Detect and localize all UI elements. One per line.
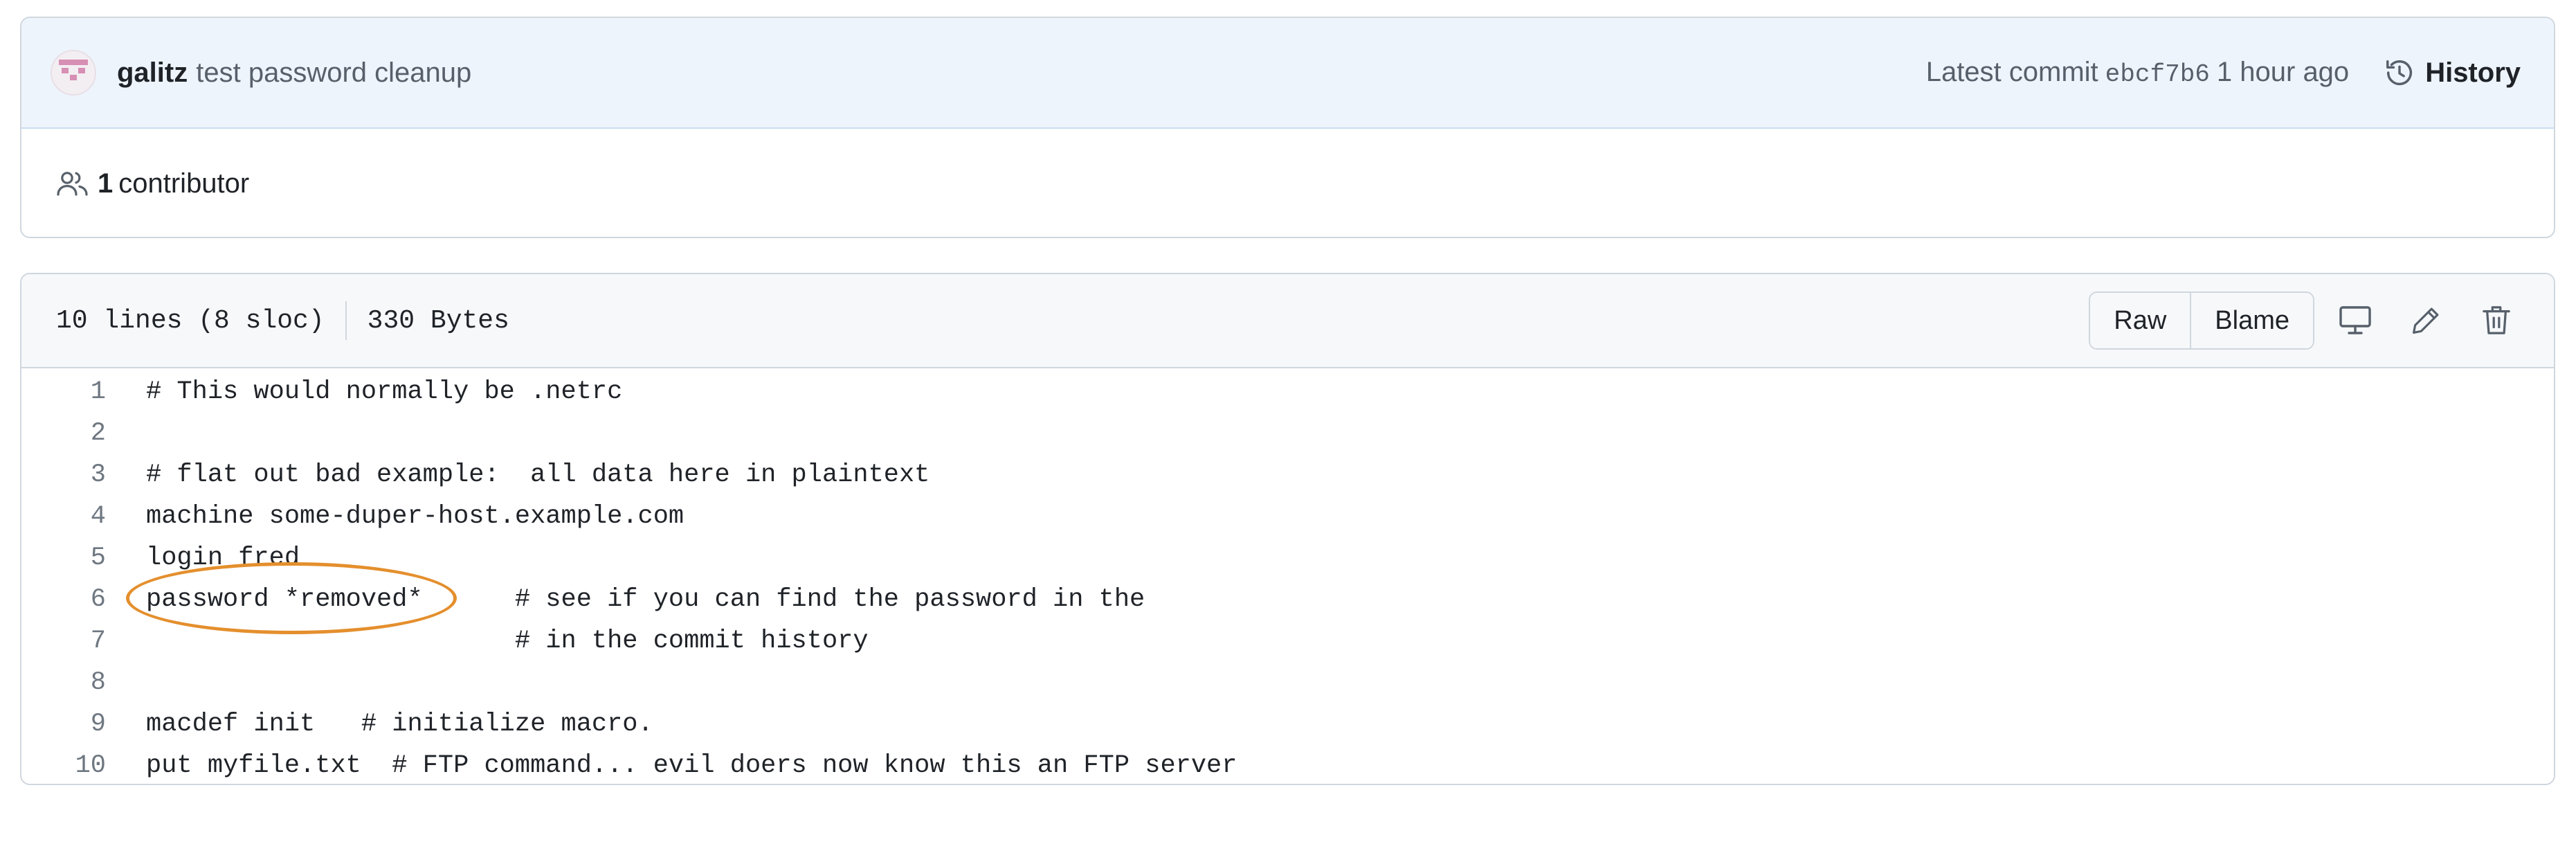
line-text: password *removed* # see if you can find…	[146, 585, 1145, 614]
history-label: History	[2425, 57, 2521, 88]
line-number[interactable]: 6	[21, 585, 146, 614]
commit-box: galitz test password cleanup Latest comm…	[20, 17, 2555, 238]
file-actions-group: Raw Blame	[2089, 291, 2314, 350]
commit-sha[interactable]: ebcf7b6	[2105, 60, 2210, 89]
file-size: 330 Bytes	[367, 305, 509, 336]
code-line: 10 put myfile.txt # FTP command... evil …	[21, 745, 2554, 784]
contributors-row[interactable]: 1 contributor	[21, 129, 2554, 237]
contributor-label: contributor	[118, 168, 250, 199]
file-lines-info: 10 lines (8 sloc)	[56, 305, 325, 336]
author-avatar[interactable]	[51, 50, 96, 96]
history-clock-icon	[2386, 60, 2413, 86]
file-header: 10 lines (8 sloc) 330 Bytes Raw Blame	[21, 274, 2554, 368]
code-line: 1 # This would normally be .netrc	[21, 371, 2554, 413]
file-info: 10 lines (8 sloc) 330 Bytes	[56, 301, 509, 340]
line-text: macdef init # initialize macro.	[146, 710, 653, 739]
line-number[interactable]: 9	[21, 710, 146, 739]
commit-author[interactable]: galitz	[117, 57, 188, 89]
people-icon	[57, 172, 88, 196]
desktop-icon	[2339, 306, 2371, 334]
line-text: machine some-duper-host.example.com	[146, 502, 684, 531]
code-line: 6 password *removed* # see if you can fi…	[21, 579, 2554, 620]
edit-file-button[interactable]	[2396, 291, 2456, 350]
line-number[interactable]: 4	[21, 502, 146, 531]
line-text: put myfile.txt # FTP command... evil doe…	[146, 751, 1237, 780]
line-number[interactable]: 7	[21, 627, 146, 656]
line-text: # in the commit history	[146, 627, 869, 656]
file-info-divider	[345, 301, 347, 340]
commit-time: 1 hour ago	[2216, 57, 2350, 87]
code-line: 3 # flat out bad example: all data here …	[21, 454, 2554, 496]
line-number[interactable]: 3	[21, 460, 146, 490]
code-line: 4 machine some-duper-host.example.com	[21, 496, 2554, 537]
raw-button[interactable]: Raw	[2090, 293, 2190, 348]
code-line: 9 macdef init # initialize macro.	[21, 703, 2554, 745]
latest-commit-info: Latest commit ebcf7b6 1 hour ago	[1926, 57, 2349, 89]
delete-file-button[interactable]	[2467, 291, 2526, 350]
line-number[interactable]: 2	[21, 419, 146, 448]
code-line: 5 login fred	[21, 537, 2554, 579]
line-number[interactable]: 8	[21, 668, 146, 697]
line-number[interactable]: 10	[21, 751, 146, 780]
line-text: # This would normally be .netrc	[146, 377, 623, 406]
contributor-count: 1	[98, 168, 114, 199]
trash-icon	[2483, 306, 2510, 334]
code-line: 7 # in the commit history	[21, 620, 2554, 662]
line-text: login fred	[146, 544, 300, 573]
code-listing: 1 # This would normally be .netrc 2 3 # …	[21, 371, 2554, 784]
latest-commit-bar: galitz test password cleanup Latest comm…	[21, 18, 2554, 129]
line-number[interactable]: 1	[21, 377, 146, 406]
code-line: 2	[21, 413, 2554, 454]
commit-message[interactable]: test password cleanup	[196, 57, 471, 89]
line-text: # flat out bad example: all data here in…	[146, 460, 930, 490]
open-desktop-button[interactable]	[2325, 291, 2385, 350]
file-viewer: 10 lines (8 sloc) 330 Bytes Raw Blame 1 …	[20, 273, 2555, 785]
pencil-icon	[2413, 307, 2439, 334]
line-number[interactable]: 5	[21, 544, 146, 573]
history-link[interactable]: History	[2384, 57, 2521, 89]
latest-commit-label: Latest commit	[1925, 57, 2098, 87]
blame-button[interactable]: Blame	[2190, 293, 2313, 348]
identicon-avatar-icon	[59, 60, 88, 80]
code-line: 8	[21, 662, 2554, 703]
